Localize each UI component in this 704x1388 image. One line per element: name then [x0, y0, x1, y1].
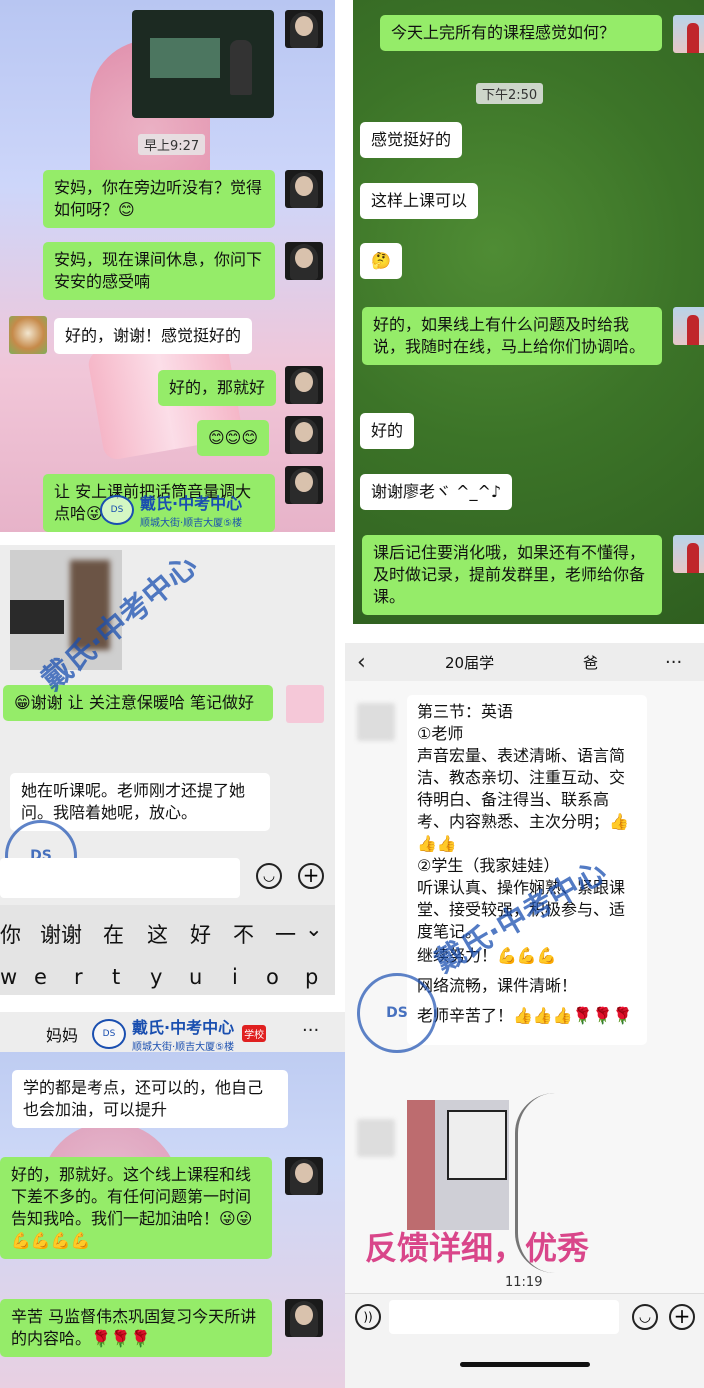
teacher-avatar[interactable]: [285, 170, 323, 208]
chevron-down-icon[interactable]: ⌄: [305, 917, 323, 941]
school-badge: 学校: [242, 1025, 267, 1042]
message-bubble: 好的，谢谢！感觉挺好的: [54, 318, 253, 354]
feedback-caption: 反馈详细，优秀: [365, 1229, 590, 1267]
teacher-avatar[interactable]: [285, 1157, 323, 1195]
message-input[interactable]: [389, 1300, 619, 1334]
more-icon[interactable]: ···: [665, 652, 682, 673]
message-bubble: 好的，那就好: [158, 370, 277, 406]
message-bubble: 感觉挺好的: [360, 122, 463, 158]
teacher-avatar[interactable]: [285, 366, 323, 404]
message-bubble: 好的，如果线上有什么问题及时给我说，我随时在线，马上给你们协调哈。: [362, 307, 662, 365]
ds-logo-icon: DS: [100, 494, 134, 525]
message-line: 第三节：英语: [417, 702, 514, 721]
teacher-avatar[interactable]: [286, 685, 324, 723]
message-line: ①老师: [417, 724, 464, 743]
key-i[interactable]: i: [232, 965, 238, 989]
chat-title-suffix: 爸: [583, 653, 599, 672]
key-o[interactable]: o: [266, 965, 279, 989]
message-bubble: 辛苦 马监督伟杰巩固复习今天所讲的内容哈。🌹🌹🌹: [0, 1299, 272, 1357]
candidate-word[interactable]: 谢谢: [40, 919, 82, 949]
candidate-word[interactable]: 这: [147, 919, 168, 949]
message-bubble: 今天上完所有的课程感觉如何？: [380, 15, 662, 51]
message-bubble: 谢谢廖老ヾ ^_^♪: [360, 474, 513, 510]
key-w[interactable]: w: [0, 965, 17, 989]
plus-icon[interactable]: +: [669, 1304, 695, 1330]
photo-message[interactable]: [407, 1100, 509, 1230]
voice-icon[interactable]: )): [355, 1304, 381, 1330]
watermark-address: 顺城大街·顺吉大厦⑤楼: [132, 1042, 235, 1053]
timestamp: 11:19: [505, 1275, 543, 1290]
emoji-icon[interactable]: ◡: [632, 1304, 658, 1330]
back-icon[interactable]: ‹: [357, 650, 366, 675]
teacher-avatar[interactable]: [673, 15, 704, 53]
teacher-avatar[interactable]: [285, 1299, 323, 1337]
teacher-avatar[interactable]: [285, 416, 323, 454]
watermark-address: 顺城大街·顺吉大厦⑤楼: [140, 518, 243, 529]
candidate-word[interactable]: 不: [233, 919, 254, 949]
candidate-word[interactable]: 一: [275, 919, 296, 949]
message-bubble: 🤔: [360, 243, 402, 279]
watermark-logo: DS 戴氏·中考中心顺城大街·顺吉大厦⑤楼: [100, 490, 242, 529]
chat-panel-4: ‹ 20届学 爸 ··· 第三节：英语 ①老师 声音宏量、表述清晰、语言简洁、教…: [345, 643, 704, 1388]
teacher-avatar[interactable]: [285, 10, 323, 48]
input-bar: )) ◡ +: [345, 1293, 704, 1388]
chat-panel-1: 早上9:27 安妈，你在旁边听没有？觉得如何呀？😊 安妈，现在课间休息，你问下安…: [0, 0, 335, 532]
message-bubble: 这样上课可以: [360, 183, 479, 219]
watermark-title: 戴氏·中考中心: [140, 494, 243, 513]
chat-panel-2: 今天上完所有的课程感觉如何？ 下午2:50 感觉挺好的 这样上课可以 🤔 好的，…: [353, 0, 704, 624]
message-bubble: 好的: [360, 413, 415, 449]
emoji-icon[interactable]: ◡: [256, 863, 282, 889]
message-bubble: 😁谢谢 让 关注意保暖哈 笔记做好: [3, 685, 273, 721]
video-thumbnail[interactable]: [132, 10, 274, 118]
candidate-word[interactable]: 好: [190, 919, 211, 949]
more-icon[interactable]: ···: [302, 1020, 319, 1041]
key-u[interactable]: u: [189, 965, 202, 989]
parent-avatar-dog[interactable]: [9, 316, 47, 354]
message-bubble: 学的都是考点，还可以的，他自己也会加油，可以提升: [12, 1070, 288, 1128]
keyboard: 你 谢谢 在 这 好 不 一 ⌄ w e r t y u i o p: [0, 905, 335, 995]
chat-title: 妈妈: [46, 1026, 79, 1045]
key-r[interactable]: r: [74, 965, 83, 989]
message-input[interactable]: [0, 858, 240, 898]
candidate-word[interactable]: 你: [0, 919, 21, 949]
chat-panel-5: 妈妈 ··· DS 戴氏·中考中心顺城大街·顺吉大厦⑤楼 学校 学的都是考点，还…: [0, 1012, 345, 1388]
message-bubble: 安妈，现在课间休息，你问下安安的感受喃: [43, 242, 275, 300]
key-t[interactable]: t: [112, 965, 120, 989]
timestamp: 早上9:27: [138, 134, 206, 155]
message-bubble: 课后记住要消化哦，如果还有不懂得，及时做记录，提前发群里，老师给你备课。: [362, 535, 662, 615]
ds-logo-icon: DS: [92, 1018, 126, 1049]
home-indicator: [460, 1362, 590, 1367]
chat-panel-3: 😁谢谢 让 关注意保暖哈 笔记做好 她在听课呢。老师刚才还提了她问。我陪着她呢，…: [0, 545, 335, 995]
teacher-avatar[interactable]: [673, 307, 704, 345]
teacher-avatar[interactable]: [673, 535, 704, 573]
message-line: 老师辛苦了！👍👍👍🌹🌹🌹: [417, 1006, 633, 1025]
parent-avatar[interactable]: [357, 1119, 395, 1157]
key-p[interactable]: p: [305, 965, 318, 989]
parent-avatar[interactable]: [357, 703, 395, 741]
chat-header: ‹ 20届学 爸 ···: [345, 643, 704, 681]
teacher-avatar[interactable]: [285, 466, 323, 504]
message-bubble: 安妈，你在旁边听没有？觉得如何呀？😊: [43, 170, 275, 228]
key-y[interactable]: y: [150, 965, 162, 989]
message-bubble: 😊😊😊: [197, 420, 270, 456]
plus-icon[interactable]: +: [298, 863, 324, 889]
watermark-logo: DS 戴氏·中考中心顺城大街·顺吉大厦⑤楼 学校: [92, 1014, 267, 1053]
teacher-avatar[interactable]: [285, 242, 323, 280]
watermark-title: 戴氏·中考中心: [132, 1018, 235, 1037]
timestamp: 下午2:50: [476, 83, 544, 104]
message-bubble: 好的，那就好。这个线上课程和线下差不多的。有任何问题第一时间告知我哈。我们一起加…: [0, 1157, 272, 1259]
key-e[interactable]: e: [34, 965, 47, 989]
ds-logo-icon: DS: [357, 973, 437, 1053]
chat-title: 20届学: [445, 653, 495, 672]
candidate-word[interactable]: 在: [103, 919, 124, 949]
